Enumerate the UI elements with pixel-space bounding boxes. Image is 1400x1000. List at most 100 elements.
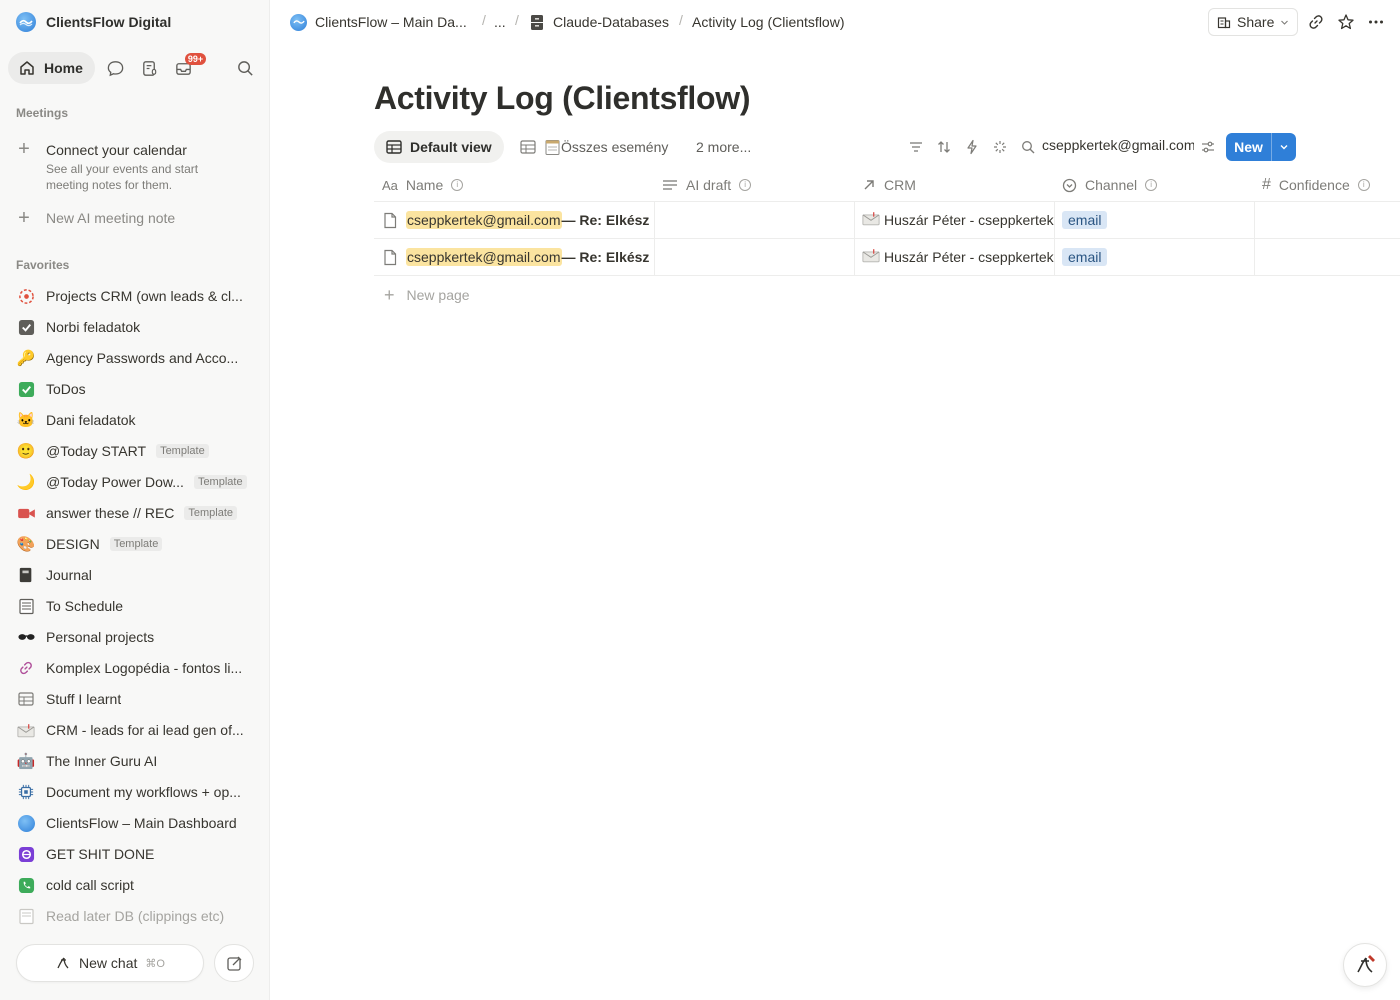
table-search-input[interactable]: cseppkertek@gmail.com — [1042, 137, 1194, 153]
sidebar-favorite-item[interactable]: 🎨 DESIGN Template — [16, 531, 260, 557]
building-icon — [1217, 17, 1231, 29]
connect-calendar[interactable]: + Connect your calendar See all your eve… — [16, 138, 256, 193]
sidebar-favorite-item[interactable]: Personal projects — [16, 624, 260, 650]
home-button[interactable]: Home — [8, 52, 95, 84]
name-cell[interactable]: cseppkertek@gmail.com — Re: Elkész — [374, 239, 654, 275]
sidebar-favorite-label: Journal — [46, 567, 92, 583]
search-button[interactable] — [1018, 137, 1038, 157]
ai-autofill-button[interactable] — [990, 137, 1010, 157]
plus-icon: + — [384, 284, 395, 305]
sidebar-favorite-item[interactable]: ToDos — [16, 376, 260, 402]
sidebar-favorite-item[interactable]: ClientsFlow – Main Dashboard — [16, 810, 260, 836]
sidebar-favorite-label: Komplex Logopédia - fontos li... — [46, 660, 243, 676]
sidebar-favorite-label: Agency Passwords and Acco... — [46, 350, 239, 366]
chat-button[interactable] — [99, 52, 133, 84]
column-header-confidence[interactable]: # Confidence i — [1254, 168, 1400, 202]
star-icon — [1338, 14, 1354, 30]
workspace-switcher[interactable]: ClientsFlow Digital — [16, 11, 171, 33]
workspace-name: ClientsFlow Digital — [46, 14, 172, 30]
sidebar-favorite-label: ToDos — [46, 381, 86, 397]
confidence-cell[interactable] — [1254, 202, 1400, 238]
new-record-label: New — [1226, 133, 1272, 161]
sidebar: ClientsFlow Digital Home 99+ Meetings + … — [0, 0, 270, 1000]
column-header-name[interactable]: Aa Name i — [374, 168, 654, 202]
new-chat-button[interactable]: New chat ⌘O — [16, 944, 204, 982]
table-row[interactable]: cseppkertek@gmail.com — Re: Elkész Huszár… — [374, 202, 1400, 239]
crm-cell[interactable]: Huszár Péter - cseppkertek — [854, 239, 1054, 275]
breadcrumb-separator: / — [515, 12, 519, 28]
sidebar-favorite-item[interactable]: Projects CRM (own leads & cl... — [16, 283, 260, 309]
favorite-button[interactable] — [1334, 10, 1358, 34]
filter-icon — [910, 142, 922, 152]
name-cell[interactable]: cseppkertek@gmail.com — Re: Elkész — [374, 202, 654, 238]
breadcrumb-parent-label: Claude-Databases — [553, 14, 669, 30]
tab-osszes-esemeny[interactable]: Összes esemény — [520, 131, 668, 163]
column-header-crm[interactable]: CRM — [854, 168, 1054, 202]
sidebar-favorite-item[interactable]: To Schedule — [16, 593, 260, 619]
sidebar-favorite-item[interactable]: Norbi feladatok — [16, 314, 260, 340]
channel-cell[interactable]: email — [1054, 202, 1254, 238]
meetings-button[interactable] — [133, 52, 167, 84]
ai-draft-cell[interactable] — [654, 239, 854, 275]
sidebar-favorite-item[interactable]: 🤖 The Inner Guru AI — [16, 748, 260, 774]
breadcrumb-ellipsis[interactable]: ... — [494, 12, 506, 32]
sidebar-favorite-item[interactable]: CRM - leads for ai lead gen of... — [16, 717, 260, 743]
plus-icon: + — [18, 138, 30, 160]
crm-cell[interactable]: Huszár Péter - cseppkertek — [854, 202, 1054, 238]
new-record-button[interactable]: New — [1226, 133, 1296, 161]
sidebar-favorite-item[interactable]: 🐱 Dani feladatok — [16, 407, 260, 433]
link-icon — [1309, 15, 1323, 29]
cat-icon: 🐱 — [16, 412, 36, 429]
sidebar-favorite-item[interactable]: GET SHIT DONE — [16, 841, 260, 867]
clientsflow-logo-icon — [16, 813, 36, 833]
new-page-button[interactable]: + New page — [374, 284, 470, 306]
new-ai-meeting-note[interactable]: + New AI meeting note — [16, 208, 175, 228]
share-button[interactable]: Share — [1208, 8, 1299, 36]
sidebar-favorite-item[interactable]: Journal — [16, 562, 260, 588]
copy-link-button[interactable] — [1304, 10, 1328, 34]
sidebar-favorite-item[interactable]: Stuff I learnt — [16, 686, 260, 712]
channel-cell[interactable]: email — [1054, 239, 1254, 275]
column-header-channel[interactable]: Channel i — [1054, 168, 1254, 202]
more-options-button[interactable] — [1364, 10, 1388, 34]
sidebar-favorite-item[interactable]: 🙂 @Today START Template — [16, 438, 260, 464]
sidebar-favorite-item[interactable]: cold call script — [16, 872, 260, 898]
new-record-dropdown[interactable] — [1272, 133, 1296, 161]
column-divider — [1054, 202, 1055, 276]
breadcrumb-root[interactable]: ClientsFlow – Main Da... — [290, 12, 467, 32]
sidebar-favorite-item[interactable]: Read later DB (clippings etc) — [16, 903, 260, 929]
column-divider — [854, 202, 855, 276]
sidebar-favorite-item[interactable]: Komplex Logopédia - fontos li... — [16, 655, 260, 681]
clipboard-mic-icon — [143, 60, 157, 76]
confidence-cell[interactable] — [1254, 239, 1400, 275]
row-title-rest: — Re: Elkész — [561, 212, 650, 228]
sidebar-favorite-item[interactable]: answer these // REC Template — [16, 500, 260, 526]
automations-button[interactable] — [962, 137, 982, 157]
compose-button[interactable] — [214, 944, 254, 982]
sidebar-favorite-item[interactable]: 🔑 Agency Passwords and Acco... — [16, 345, 260, 371]
search-button[interactable] — [228, 52, 262, 84]
breadcrumb-current[interactable]: Activity Log (Clientsflow) — [692, 12, 845, 32]
new-page-label: New page — [406, 287, 470, 303]
ai-draft-cell[interactable] — [654, 202, 854, 238]
page-icon — [384, 212, 397, 228]
column-divider — [654, 202, 655, 276]
sidebar-favorite-label: Personal projects — [46, 629, 155, 645]
sparkle-icon — [994, 141, 1006, 153]
inbox-button[interactable]: 99+ — [167, 52, 207, 84]
crm-relation-label: Huszár Péter - cseppkertek — [884, 212, 1054, 228]
column-header-ai-draft[interactable]: AI draft i — [654, 168, 854, 202]
sidebar-favorite-item[interactable]: 🌙 @Today Power Dow... Template — [16, 469, 260, 495]
sidebar-favorite-label: @Today START — [46, 443, 147, 459]
view-settings-button[interactable] — [1198, 137, 1218, 157]
sort-button[interactable] — [934, 137, 954, 157]
breadcrumb-separator: / — [482, 12, 486, 28]
breadcrumb-parent[interactable]: Claude-Databases — [529, 12, 669, 32]
more-views-button[interactable]: 2 more... — [696, 131, 751, 163]
filter-button[interactable] — [906, 137, 926, 157]
ai-helper-button[interactable] — [1343, 943, 1387, 987]
sidebar-favorite-item[interactable]: Document my workflows + op... — [16, 779, 260, 805]
table-row[interactable]: cseppkertek@gmail.com — Re: Elkész Huszár… — [374, 239, 1400, 276]
tab-default-view[interactable]: Default view — [374, 131, 504, 163]
chevron-down-icon — [1281, 20, 1289, 25]
